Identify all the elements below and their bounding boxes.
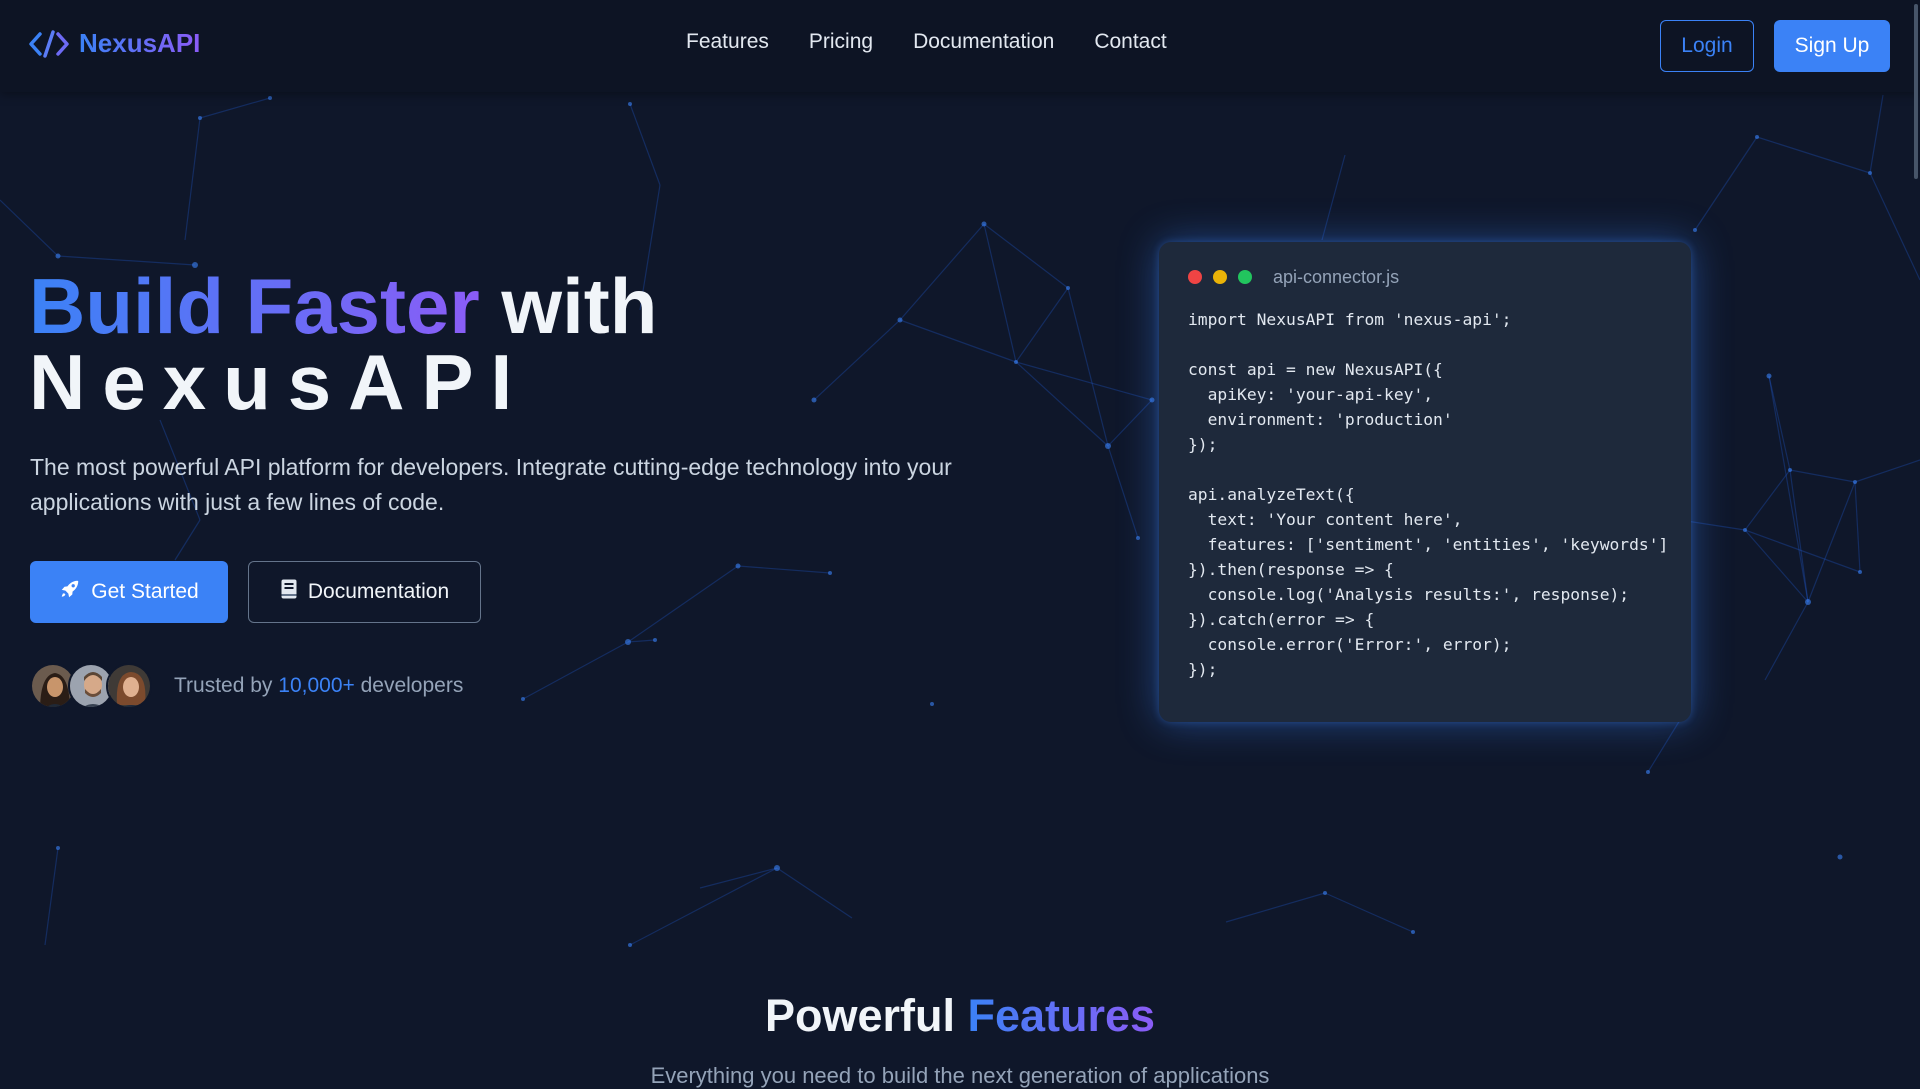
hero-title-highlight: Build Faster xyxy=(29,262,480,350)
avatar xyxy=(106,663,152,709)
book-icon xyxy=(280,578,298,606)
hero-title-rest: with xyxy=(479,262,658,350)
nav-actions: Login Sign Up xyxy=(1660,20,1890,72)
navbar: NexusAPI Features Pricing Documentation … xyxy=(0,0,1920,92)
nav-link-pricing[interactable]: Pricing xyxy=(809,30,873,54)
trusted-by: Trusted by 10,000+ developers xyxy=(30,663,463,709)
hero-title-line2: NexusAPI xyxy=(29,338,530,426)
window-minimize-dot xyxy=(1213,270,1227,284)
main-nav: Features Pricing Documentation Contact xyxy=(686,30,1167,54)
trusted-text: Trusted by 10,000+ developers xyxy=(174,674,463,698)
signup-button[interactable]: Sign Up xyxy=(1774,20,1890,72)
get-started-label: Get Started xyxy=(91,580,199,603)
code-window: api-connector.js import NexusAPI from 'n… xyxy=(1159,242,1691,722)
documentation-label: Documentation xyxy=(307,580,450,603)
nav-link-contact[interactable]: Contact xyxy=(1094,30,1166,54)
features-subtitle: Everything you need to build the next ge… xyxy=(650,1063,1270,1088)
code-window-header: api-connector.js xyxy=(1188,266,1662,288)
brand-name: NexusAPI xyxy=(79,28,201,58)
rocket-icon xyxy=(59,578,81,606)
nav-link-features[interactable]: Features xyxy=(686,30,769,54)
window-maximize-dot xyxy=(1238,270,1252,284)
code-filename: api-connector.js xyxy=(1273,266,1400,287)
hero-subtitle: The most powerful API platform for devel… xyxy=(30,454,952,515)
trusted-count: 10,000+ xyxy=(278,674,355,697)
nav-link-documentation[interactable]: Documentation xyxy=(913,30,1054,54)
trusted-prefix: Trusted by xyxy=(174,674,279,697)
documentation-button[interactable]: Documentation xyxy=(248,561,481,623)
avatar-group xyxy=(30,663,152,709)
brand-logo[interactable]: NexusAPI xyxy=(29,28,200,59)
trusted-suffix: developers xyxy=(354,674,464,697)
features-title-highlight: Features xyxy=(967,990,1156,1041)
code-snippet: import NexusAPI from 'nexus-api'; const … xyxy=(1188,310,1669,679)
hero-buttons: Get Started Documentation xyxy=(30,561,481,623)
get-started-button[interactable]: Get Started xyxy=(30,561,228,623)
window-close-dot xyxy=(1188,270,1202,284)
page-scrollbar[interactable] xyxy=(1914,4,1918,179)
features-title-plain: Powerful xyxy=(764,990,968,1041)
login-button[interactable]: Login xyxy=(1660,20,1754,72)
features-title: Powerful Features xyxy=(0,990,1920,1042)
hero-title: Build Faster with NexusAPI xyxy=(29,267,657,426)
code-brackets-icon xyxy=(29,29,69,58)
